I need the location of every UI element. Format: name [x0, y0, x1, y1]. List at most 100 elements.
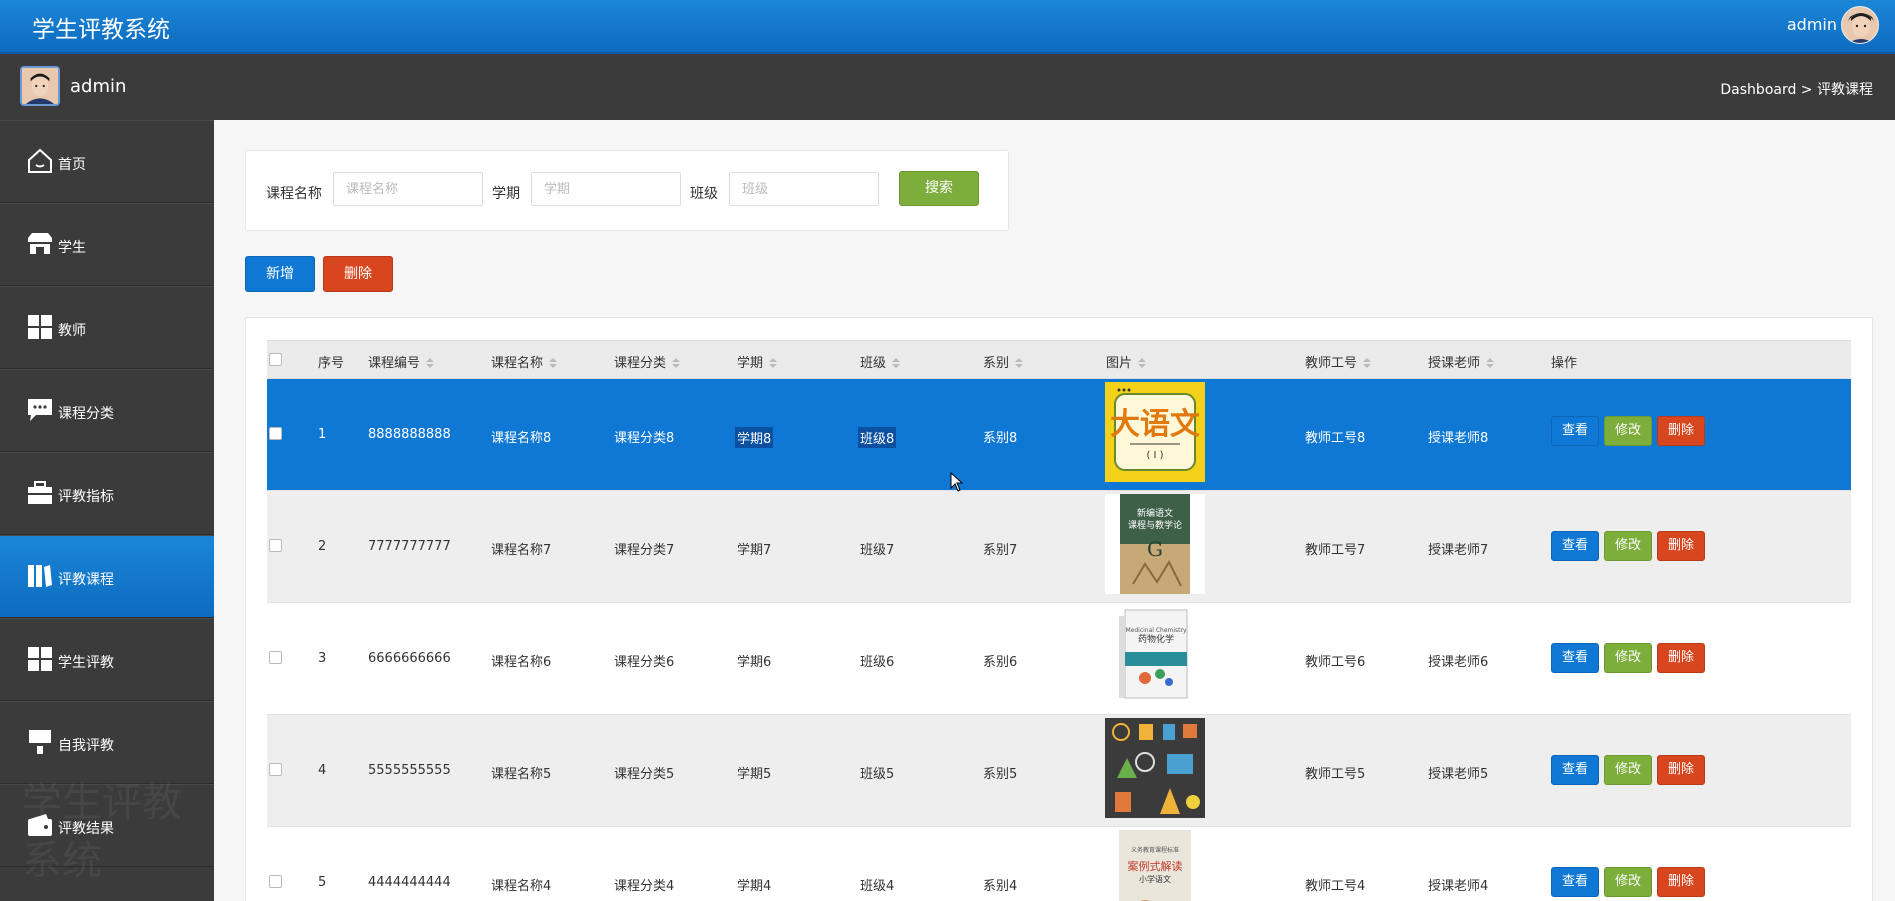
row-checkbox[interactable]: [269, 539, 282, 552]
sidebar-item-students[interactable]: 学生: [0, 203, 214, 286]
table-row[interactable]: 5 4444444444 课程名称4 课程分类4 学期4 班级4 系别4 义务教…: [267, 827, 1851, 901]
row-checkbox[interactable]: [269, 875, 282, 888]
header-dept[interactable]: 系别: [983, 352, 1024, 371]
view-button[interactable]: 查看: [1551, 531, 1599, 561]
view-button[interactable]: 查看: [1551, 867, 1599, 897]
view-button[interactable]: 查看: [1551, 416, 1599, 446]
view-button[interactable]: 查看: [1551, 643, 1599, 673]
svg-text:新编语文: 新编语文: [1137, 507, 1173, 519]
home-icon: [28, 148, 52, 173]
header-class[interactable]: 班级: [860, 352, 901, 371]
header-code-label: 课程编号: [368, 356, 421, 371]
grid-icon: [28, 315, 52, 339]
table-row[interactable]: 3 6666666666 课程名称6 课程分类6 学期6 班级6 系别6 Med…: [267, 603, 1851, 715]
cell-teacher-id: 教师工号8: [1305, 431, 1366, 446]
cell-dept: 系别8: [983, 431, 1018, 446]
cell-index: 2: [318, 539, 327, 554]
row-checkbox[interactable]: [269, 651, 282, 664]
cell-category: 课程分类7: [614, 543, 675, 558]
header-name[interactable]: 课程名称: [491, 352, 558, 371]
sort-icon[interactable]: [1486, 357, 1495, 368]
sort-icon[interactable]: [769, 357, 778, 368]
cell-class: 班级7: [860, 543, 895, 558]
cell-dept: 系别7: [983, 543, 1018, 558]
edit-button[interactable]: 修改: [1604, 531, 1652, 561]
table-row[interactable]: 1 8888888888 课程名称8 课程分类8 学期8 班级8 系别8 大语文…: [267, 379, 1851, 491]
edit-button[interactable]: 修改: [1604, 755, 1652, 785]
class-input[interactable]: [729, 172, 879, 206]
header-term[interactable]: 学期: [737, 352, 778, 371]
sidebar-item-label: 课程分类: [58, 406, 114, 422]
select-all-checkbox[interactable]: [269, 353, 282, 366]
delete-button[interactable]: 删除: [1657, 867, 1705, 897]
term-input[interactable]: [531, 172, 681, 206]
brush-icon: [29, 730, 51, 754]
sidebar-item-teachers[interactable]: 教师: [0, 286, 214, 369]
svg-text:课程与教学论: 课程与教学论: [1128, 519, 1182, 531]
mouse-cursor-icon: [950, 472, 964, 492]
course-image-case: 义务教育课程标准 案例式解读 小学语文: [1105, 830, 1205, 901]
header-code[interactable]: 课程编号: [368, 352, 435, 371]
sort-icon[interactable]: [1015, 357, 1024, 368]
sort-icon[interactable]: [892, 357, 901, 368]
sort-icon[interactable]: [672, 357, 681, 368]
sidebar-item-evaluation-course[interactable]: 评教课程: [0, 535, 214, 618]
breadcrumb[interactable]: Dashboard > 评教课程: [1720, 79, 1873, 99]
sidebar-username: admin: [70, 76, 127, 97]
sidebar-item-student-evaluation[interactable]: 学生评教: [0, 618, 214, 701]
sort-icon[interactable]: [426, 357, 435, 368]
add-button[interactable]: 新增: [245, 256, 315, 292]
sidebar-item-course-category[interactable]: 课程分类: [0, 369, 214, 452]
cell-code: 8888888888: [368, 427, 451, 442]
svg-text:小学语文: 小学语文: [1139, 874, 1171, 884]
cell-code: 7777777777: [368, 539, 451, 554]
sidebar-item-home[interactable]: 首页: [0, 120, 214, 203]
svg-text:案例式解读: 案例式解读: [1128, 859, 1183, 873]
delete-button[interactable]: 删除: [1657, 643, 1705, 673]
header-category-label: 课程分类: [614, 356, 667, 371]
sidebar-item-evaluation-index[interactable]: 评教指标: [0, 452, 214, 535]
row-checkbox[interactable]: [269, 763, 282, 776]
batch-delete-button[interactable]: 删除: [323, 256, 393, 292]
sidebar-item-label: 学生: [58, 240, 86, 256]
grid-icon: [28, 647, 52, 671]
sort-icon[interactable]: [1138, 357, 1147, 368]
cell-index: 5: [318, 875, 327, 890]
sort-icon[interactable]: [549, 357, 558, 368]
cell-term: 学期5: [737, 767, 772, 782]
header-category[interactable]: 课程分类: [614, 352, 681, 371]
delete-button[interactable]: 删除: [1657, 416, 1705, 446]
header-term-label: 学期: [737, 356, 764, 371]
delete-button[interactable]: 删除: [1657, 755, 1705, 785]
edit-button[interactable]: 修改: [1604, 416, 1652, 446]
sidebar-avatar[interactable]: [20, 66, 60, 106]
delete-button[interactable]: 删除: [1657, 531, 1705, 561]
cell-name: 课程名称6: [491, 655, 552, 670]
header-teacher-id[interactable]: 教师工号: [1305, 352, 1372, 371]
header-teacher-label: 授课老师: [1428, 356, 1481, 371]
header-image[interactable]: 图片: [1106, 352, 1147, 371]
table-row[interactable]: 2 7777777777 课程名称7 课程分类7 学期7 班级7 系别7 新编语…: [267, 491, 1851, 603]
edit-button[interactable]: 修改: [1604, 643, 1652, 673]
course-name-input[interactable]: [333, 172, 483, 206]
course-image-green: 新编语文 课程与教学论 G: [1105, 494, 1205, 594]
table-row[interactable]: 4 5555555555 课程名称5 课程分类5 学期5 班级5 系别5 教师工…: [267, 715, 1851, 827]
cell-category: 课程分类8: [614, 431, 675, 446]
row-checkbox[interactable]: [269, 427, 282, 440]
book-icon: [28, 565, 52, 587]
header-index: 序号: [318, 356, 345, 371]
cell-code: 6666666666: [368, 651, 451, 666]
view-button[interactable]: 查看: [1551, 755, 1599, 785]
search-button[interactable]: 搜索: [899, 171, 979, 206]
sort-icon[interactable]: [1363, 357, 1372, 368]
cell-teacher-id: 教师工号6: [1305, 655, 1366, 670]
search-panel: 课程名称 学期 班级 搜索: [245, 150, 1009, 231]
course-image-science: [1105, 718, 1205, 818]
header-avatar[interactable]: [1841, 6, 1879, 44]
edit-button[interactable]: 修改: [1604, 867, 1652, 897]
cell-class: 班级5: [860, 767, 895, 782]
header-teacher[interactable]: 授课老师: [1428, 352, 1495, 371]
course-name-label: 课程名称: [266, 186, 322, 202]
cell-teacher-id: 教师工号4: [1305, 879, 1366, 894]
header-username[interactable]: admin: [1787, 15, 1837, 34]
